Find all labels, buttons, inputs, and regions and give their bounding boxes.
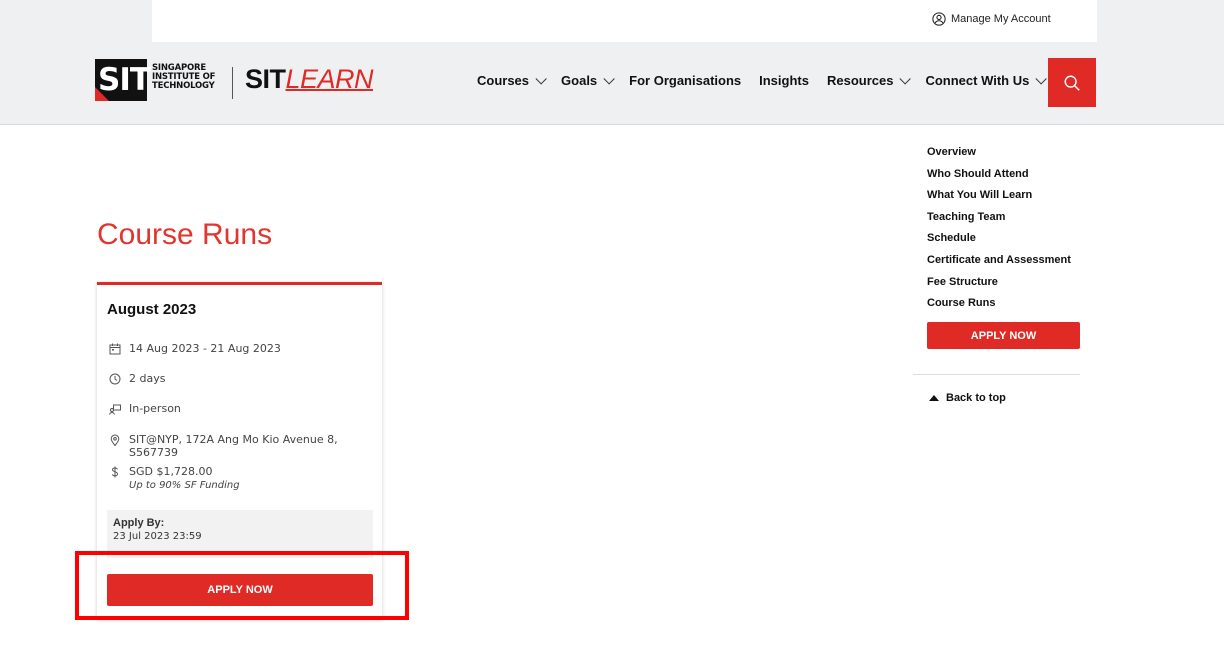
funding-note: Up to 90% SF Funding xyxy=(129,480,240,491)
sitlearn-suffix: LEARN xyxy=(285,64,374,94)
section-link-schedule[interactable]: Schedule xyxy=(927,231,1071,253)
section-link-fee-structure[interactable]: Fee Structure xyxy=(927,275,1071,297)
highlight-box xyxy=(75,551,409,620)
chevron-down-icon xyxy=(535,72,547,85)
manage-account-link[interactable]: Manage My Account xyxy=(932,12,1051,26)
main-header: SIT SINGAPORE INSTITUTE OF TECHNOLOGY SI… xyxy=(0,42,1224,125)
search-icon xyxy=(1064,75,1080,91)
back-to-top-label: Back to top xyxy=(946,392,1006,404)
sidebar-divider xyxy=(913,374,1080,375)
utility-bar: Manage My Account xyxy=(0,0,1224,42)
calendar-icon xyxy=(109,343,121,355)
price-row: SGD $1,728.00 Up to 90% SF Funding xyxy=(109,465,240,491)
duration-text: 2 days xyxy=(129,372,166,385)
apply-by-label: Apply By: xyxy=(113,517,165,529)
date-range-row: 14 Aug 2023 - 21 Aug 2023 xyxy=(109,342,281,355)
section-link-overview[interactable]: Overview xyxy=(927,145,1071,167)
section-link-certificate-and-assessment[interactable]: Certificate and Assessment xyxy=(927,253,1071,275)
sit-logo-text: SINGAPORE INSTITUTE OF TECHNOLOGY xyxy=(152,64,215,91)
nav-item-connect-with-us[interactable]: Connect With Us xyxy=(925,72,1048,88)
user-circle-icon xyxy=(932,12,946,26)
apply-by-date: 23 Jul 2023 23:59 xyxy=(113,531,202,542)
location-row: SIT@NYP, 172A Ang Mo Kio Avenue 8, S5677… xyxy=(109,433,382,459)
nav-label: Insights xyxy=(759,73,809,88)
logo-divider xyxy=(232,67,233,99)
sitlearn-prefix: SIT xyxy=(245,64,286,94)
utility-bar-left-margin xyxy=(0,0,152,42)
nav-item-insights[interactable]: Insights xyxy=(759,73,809,88)
location-text: SIT@NYP, 172A Ang Mo Kio Avenue 8, S5677… xyxy=(129,433,338,459)
section-link-teaching-team[interactable]: Teaching Team xyxy=(927,210,1071,232)
search-button[interactable] xyxy=(1048,58,1096,107)
nav-label: Resources xyxy=(826,73,894,88)
sitlearn-logo[interactable]: SITLEARN xyxy=(245,64,374,95)
nav-item-resources[interactable]: Resources xyxy=(826,72,912,88)
chevron-down-icon xyxy=(603,72,615,85)
classroom-icon xyxy=(109,404,121,415)
chevron-down-icon xyxy=(1035,72,1048,85)
nav-item-goals[interactable]: Goals xyxy=(561,72,615,88)
course-run-heading: August 2023 xyxy=(107,301,197,318)
chevron-down-icon xyxy=(899,72,912,85)
manage-account-label: Manage My Account xyxy=(951,13,1051,25)
dollar-icon xyxy=(111,466,119,478)
sit-logo[interactable]: SIT xyxy=(95,59,151,101)
date-range-text: 14 Aug 2023 - 21 Aug 2023 xyxy=(129,342,281,355)
nav-label: Connect With Us xyxy=(925,73,1030,88)
page-title: Course Runs xyxy=(97,218,273,251)
section-link-course-runs[interactable]: Course Runs xyxy=(927,296,1071,318)
logo-red-corner xyxy=(95,87,109,101)
clock-icon xyxy=(109,373,121,385)
page-section-nav: Overview Who Should Attend What You Will… xyxy=(927,145,1071,318)
nav-label: For Organisations xyxy=(629,73,742,88)
logo-text-line: TECHNOLOGY xyxy=(152,81,215,91)
utility-bar-right-margin xyxy=(1097,0,1224,42)
nav-item-courses[interactable]: Courses xyxy=(477,72,547,88)
nav-label: Courses xyxy=(477,73,530,88)
nav-label: Goals xyxy=(561,73,598,88)
mode-row: In-person xyxy=(109,402,181,415)
price-block: SGD $1,728.00 Up to 90% SF Funding xyxy=(129,465,240,491)
mode-text: In-person xyxy=(129,402,181,415)
duration-row: 2 days xyxy=(109,372,165,385)
section-link-who-should-attend[interactable]: Who Should Attend xyxy=(927,167,1071,189)
back-to-top-link[interactable]: Back to top xyxy=(929,392,1006,404)
nav-item-for-organisations[interactable]: For Organisations xyxy=(629,73,741,88)
location-pin-icon xyxy=(110,434,120,446)
primary-nav: Courses Goals For Organisations Insights… xyxy=(477,72,1061,88)
caret-up-icon xyxy=(929,395,939,401)
section-link-what-you-will-learn[interactable]: What You Will Learn xyxy=(927,188,1071,210)
sidebar-apply-now-button[interactable]: APPLY NOW xyxy=(927,322,1080,349)
price-text: SGD $1,728.00 xyxy=(129,465,213,478)
